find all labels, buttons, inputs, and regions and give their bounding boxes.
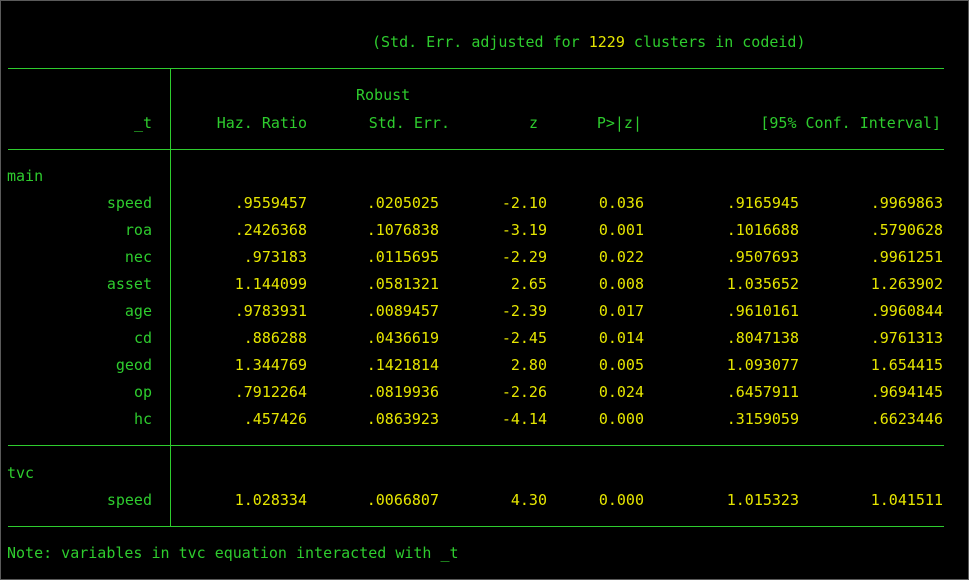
row-var: speed xyxy=(106,491,152,509)
ci-lower-cell: .6457911 xyxy=(726,383,799,401)
group-separator-rule xyxy=(8,445,944,446)
z-cell: -2.10 xyxy=(501,194,547,212)
std-err-cell: .0115695 xyxy=(366,248,439,266)
std-err-cell: .1421814 xyxy=(366,356,439,374)
haz-ratio-cell: .7912264 xyxy=(234,383,307,401)
std-err-cell: .0205025 xyxy=(366,194,439,212)
z-cell: 2.65 xyxy=(510,275,547,293)
z-cell: -3.19 xyxy=(501,221,547,239)
haz-ratio-cell: .457426 xyxy=(243,410,307,428)
p-header: P>|z| xyxy=(596,114,642,132)
z-cell: -2.26 xyxy=(501,383,547,401)
robust-header: Robust xyxy=(356,86,411,104)
std-err-cell: .0436619 xyxy=(366,329,439,347)
haz-ratio-cell: .886288 xyxy=(243,329,307,347)
p-cell: 0.014 xyxy=(598,329,644,347)
ci-lower-cell: .9507693 xyxy=(726,248,799,266)
ci-lower-cell: .9165945 xyxy=(726,194,799,212)
ci-upper-cell: 1.041511 xyxy=(870,491,943,509)
ci-lower-cell: .3159059 xyxy=(726,410,799,428)
row-var: age xyxy=(124,302,152,320)
std-err-cell: .0581321 xyxy=(366,275,439,293)
ci-upper-cell: 1.263902 xyxy=(870,275,943,293)
std-err-cell: .0863923 xyxy=(366,410,439,428)
cluster-count: 1229 xyxy=(588,33,625,51)
std-err-cell: .1076838 xyxy=(366,221,439,239)
row-var: nec xyxy=(124,248,152,266)
p-cell: 0.017 xyxy=(598,302,644,320)
std-err-header: Std. Err. xyxy=(368,114,450,132)
ci-upper-cell: .9761313 xyxy=(870,329,943,347)
ci-lower-cell: 1.093077 xyxy=(726,356,799,374)
stub-divider xyxy=(170,68,171,527)
p-cell: 0.024 xyxy=(598,383,644,401)
cluster-note: (Std. Err. adjusted for 1229 clusters in… xyxy=(372,33,806,51)
group-label-tvc: tvc xyxy=(7,464,35,482)
ci-lower-cell: .1016688 xyxy=(726,221,799,239)
haz-ratio-cell: .973183 xyxy=(243,248,307,266)
ci-upper-cell: .9960844 xyxy=(870,302,943,320)
haz-ratio-cell: 1.144099 xyxy=(234,275,307,293)
table-bottom-rule xyxy=(8,526,944,527)
row-var: hc xyxy=(133,410,152,428)
ci-upper-cell: .9961251 xyxy=(870,248,943,266)
row-var: cd xyxy=(133,329,152,347)
group-label-main: main xyxy=(7,167,44,185)
p-cell: 0.001 xyxy=(598,221,644,239)
row-var: roa xyxy=(124,221,152,239)
z-cell: -4.14 xyxy=(501,410,547,428)
z-cell: 4.30 xyxy=(510,491,547,509)
ci-upper-cell: .5790628 xyxy=(870,221,943,239)
p-cell: 0.022 xyxy=(598,248,644,266)
p-cell: 0.008 xyxy=(598,275,644,293)
row-var: asset xyxy=(106,275,152,293)
ci-lower-cell: .8047138 xyxy=(726,329,799,347)
footer-note: Note: variables in tvc equation interact… xyxy=(7,544,459,562)
haz-ratio-header: Haz. Ratio xyxy=(216,114,307,132)
ci-upper-cell: 1.654415 xyxy=(870,356,943,374)
z-cell: -2.29 xyxy=(501,248,547,266)
row-var: geod xyxy=(115,356,152,374)
ci-lower-cell: 1.015323 xyxy=(726,491,799,509)
haz-ratio-cell: 1.344769 xyxy=(234,356,307,374)
z-cell: 2.80 xyxy=(510,356,547,374)
row-var: speed xyxy=(106,194,152,212)
haz-ratio-cell: 1.028334 xyxy=(234,491,307,509)
row-var: op xyxy=(133,383,152,401)
cluster-note-post: clusters in codeid) xyxy=(624,33,806,51)
z-header: z xyxy=(528,114,538,132)
p-cell: 0.036 xyxy=(598,194,644,212)
std-err-cell: .0089457 xyxy=(366,302,439,320)
ci-upper-cell: .9969863 xyxy=(870,194,943,212)
z-cell: -2.39 xyxy=(501,302,547,320)
p-cell: 0.005 xyxy=(598,356,644,374)
std-err-cell: .0819936 xyxy=(366,383,439,401)
ci-lower-cell: .9610161 xyxy=(726,302,799,320)
cluster-note-pre: (Std. Err. adjusted for xyxy=(372,33,589,51)
ci-lower-cell: 1.035652 xyxy=(726,275,799,293)
t-header: _t xyxy=(133,114,152,132)
haz-ratio-cell: .9559457 xyxy=(234,194,307,212)
p-cell: 0.000 xyxy=(598,491,644,509)
ci-header: [95% Conf. Interval] xyxy=(760,114,941,132)
header-rule xyxy=(8,149,944,150)
z-cell: -2.45 xyxy=(501,329,547,347)
ci-upper-cell: .9694145 xyxy=(870,383,943,401)
haz-ratio-cell: .9783931 xyxy=(234,302,307,320)
std-err-cell: .0066807 xyxy=(366,491,439,509)
table-top-rule xyxy=(8,68,944,69)
ci-upper-cell: .6623446 xyxy=(870,410,943,428)
haz-ratio-cell: .2426368 xyxy=(234,221,307,239)
p-cell: 0.000 xyxy=(598,410,644,428)
